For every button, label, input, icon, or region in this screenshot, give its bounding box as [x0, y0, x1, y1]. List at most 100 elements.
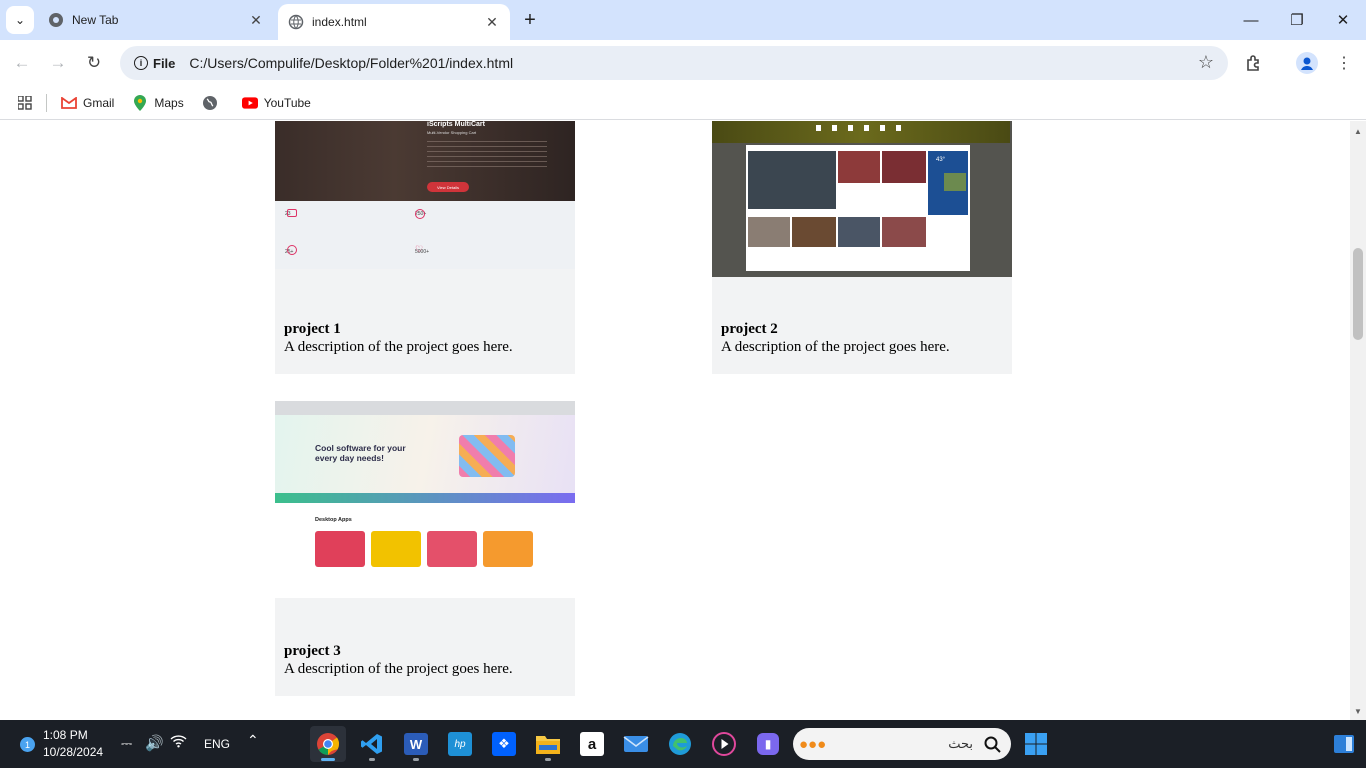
- project-card[interactable]: 43° project 2 A description of the proje…: [712, 121, 1012, 374]
- play-icon: [712, 732, 736, 756]
- taskbar-file-explorer[interactable]: [530, 726, 566, 762]
- bookmark-gmail[interactable]: Gmail: [61, 95, 114, 111]
- thumb-photo: [838, 151, 880, 183]
- bookmark-label: Gmail: [83, 95, 115, 110]
- badge-icon: [287, 245, 297, 255]
- running-indicator: [413, 758, 419, 761]
- tab-index-html[interactable]: index.html ✕: [278, 4, 510, 40]
- thumb-weather: 43°: [936, 157, 946, 163]
- maps-icon: [132, 94, 148, 111]
- bookmark-globe[interactable]: [202, 95, 224, 111]
- thumb-photo: [838, 217, 880, 247]
- project-title: project 2: [721, 321, 778, 337]
- teams-icon: ▮: [757, 733, 779, 755]
- vscode-icon: [361, 734, 382, 754]
- close-window-button[interactable]: ✕: [1320, 0, 1366, 40]
- reload-button[interactable]: ↻: [80, 49, 108, 77]
- taskbar-chrome[interactable]: [310, 726, 346, 762]
- tab-title: index.html: [312, 15, 367, 29]
- hp-icon: hp: [448, 732, 472, 756]
- word-icon: W: [404, 733, 428, 755]
- taskbar-dropbox[interactable]: ❖: [486, 726, 522, 762]
- youtube-icon: [241, 95, 258, 111]
- widgets-icon: [1334, 735, 1354, 753]
- divider: [46, 93, 47, 112]
- taskbar-myhp[interactable]: hp: [442, 726, 478, 762]
- site-info-chip[interactable]: i File: [126, 50, 183, 76]
- close-icon[interactable]: ✕: [244, 8, 268, 32]
- bookmark-star-icon[interactable]: ☆: [1198, 52, 1214, 73]
- active-indicator: [321, 758, 335, 761]
- project-card[interactable]: Cool software for your every day needs! …: [275, 401, 575, 696]
- forward-button[interactable]: →: [44, 49, 72, 77]
- minimize-button[interactable]: —: [1228, 0, 1274, 40]
- project-title: project 3: [284, 643, 341, 659]
- address-bar[interactable]: i File C:/Users/Compulife/Desktop/Folder…: [120, 46, 1228, 80]
- thumb-nav-dots: [816, 125, 908, 131]
- back-button[interactable]: ←: [8, 49, 36, 77]
- clock-date[interactable]: 10/28/2024: [43, 745, 103, 759]
- chevron-up-icon[interactable]: ⌃: [247, 732, 259, 749]
- taskbar-mail[interactable]: [618, 726, 654, 762]
- globe-icon: [202, 95, 218, 111]
- chrome-icon: [49, 13, 63, 27]
- globe-icon: [288, 14, 304, 30]
- page-scrollbar[interactable]: ▲ ▼: [1350, 121, 1366, 720]
- thumb-browser-bar: [275, 401, 575, 415]
- project-thumbnail: Cool software for your every day needs! …: [275, 401, 575, 598]
- battery-icon[interactable]: ⎓: [121, 735, 132, 752]
- dropbox-icon: ❖: [492, 732, 516, 756]
- chrome-icon: [317, 733, 340, 755]
- taskbar-vscode[interactable]: [354, 726, 390, 762]
- taskbar-search[interactable]: ●●● بحث: [793, 728, 1011, 760]
- project-card[interactable]: iScripts MultiCart Multi-Vendor Shopping…: [275, 121, 575, 374]
- profile-avatar[interactable]: [1293, 49, 1321, 77]
- search-placeholder: بحث: [948, 736, 973, 751]
- url-text[interactable]: C:/Users/Compulife/Desktop/Folder%201/in…: [189, 55, 513, 71]
- taskbar-amazon[interactable]: a: [574, 726, 610, 762]
- thumb-view-details: View Details: [427, 182, 469, 192]
- taskbar-media-player[interactable]: [706, 726, 742, 762]
- tab-search-button[interactable]: ⌄: [6, 6, 34, 34]
- scroll-thumb[interactable]: [1353, 248, 1363, 340]
- folder-icon: [536, 736, 560, 754]
- project-thumbnail: 43°: [712, 121, 1012, 277]
- apps-grid-icon[interactable]: [18, 95, 32, 110]
- windows-icon: [1025, 733, 1047, 755]
- project-description: A description of the project goes here.: [284, 661, 513, 677]
- scroll-up-arrow-icon[interactable]: ▲: [1350, 123, 1366, 139]
- scroll-down-arrow-icon[interactable]: ▼: [1350, 703, 1366, 719]
- new-tab-button[interactable]: +: [518, 8, 542, 32]
- thumb-photo: [748, 151, 836, 209]
- taskbar-start[interactable]: [1018, 726, 1054, 762]
- thumb-app-icons: [459, 435, 515, 477]
- cube-icon: [415, 209, 425, 219]
- notification-badge[interactable]: 1: [20, 737, 35, 752]
- clock-time[interactable]: 1:08 PM: [43, 728, 88, 742]
- gmail-icon: [61, 95, 77, 111]
- bookmark-maps[interactable]: Maps: [132, 94, 184, 111]
- taskbar-edge[interactable]: [662, 726, 698, 762]
- bookmark-youtube[interactable]: YouTube: [241, 95, 311, 111]
- project-description: A description of the project goes here.: [284, 339, 513, 355]
- thumb-app-card: [427, 531, 477, 567]
- tab-title: New Tab: [72, 13, 119, 27]
- close-icon[interactable]: ✕: [480, 10, 504, 34]
- taskbar-word[interactable]: W: [398, 726, 434, 762]
- taskbar-teams[interactable]: ▮: [750, 726, 786, 762]
- taskbar-widgets[interactable]: [1326, 726, 1362, 762]
- thumb-section-title: Desktop Apps: [315, 517, 352, 523]
- tab-new-tab[interactable]: New Tab ✕: [38, 0, 274, 40]
- thumb-text-lines: [427, 141, 547, 171]
- thumb-hero-text: Cool software for your every day needs!: [315, 443, 406, 463]
- extensions-icon[interactable]: [1240, 49, 1268, 77]
- thumb-photo: [882, 151, 926, 183]
- project-description: A description of the project goes here.: [721, 339, 950, 355]
- input-language[interactable]: ENG: [204, 737, 230, 751]
- restore-button[interactable]: ❐: [1274, 0, 1320, 40]
- volume-icon[interactable]: 🔊: [145, 734, 164, 752]
- wifi-icon[interactable]: [170, 734, 187, 752]
- thumb-heading: iScripts MultiCart: [427, 121, 485, 128]
- taskbar: 1 1:08 PM 10/28/2024 ⎓ 🔊 ENG ⌃ W hp ❖ a …: [0, 720, 1366, 768]
- menu-kebab-icon[interactable]: ⋮: [1330, 49, 1358, 77]
